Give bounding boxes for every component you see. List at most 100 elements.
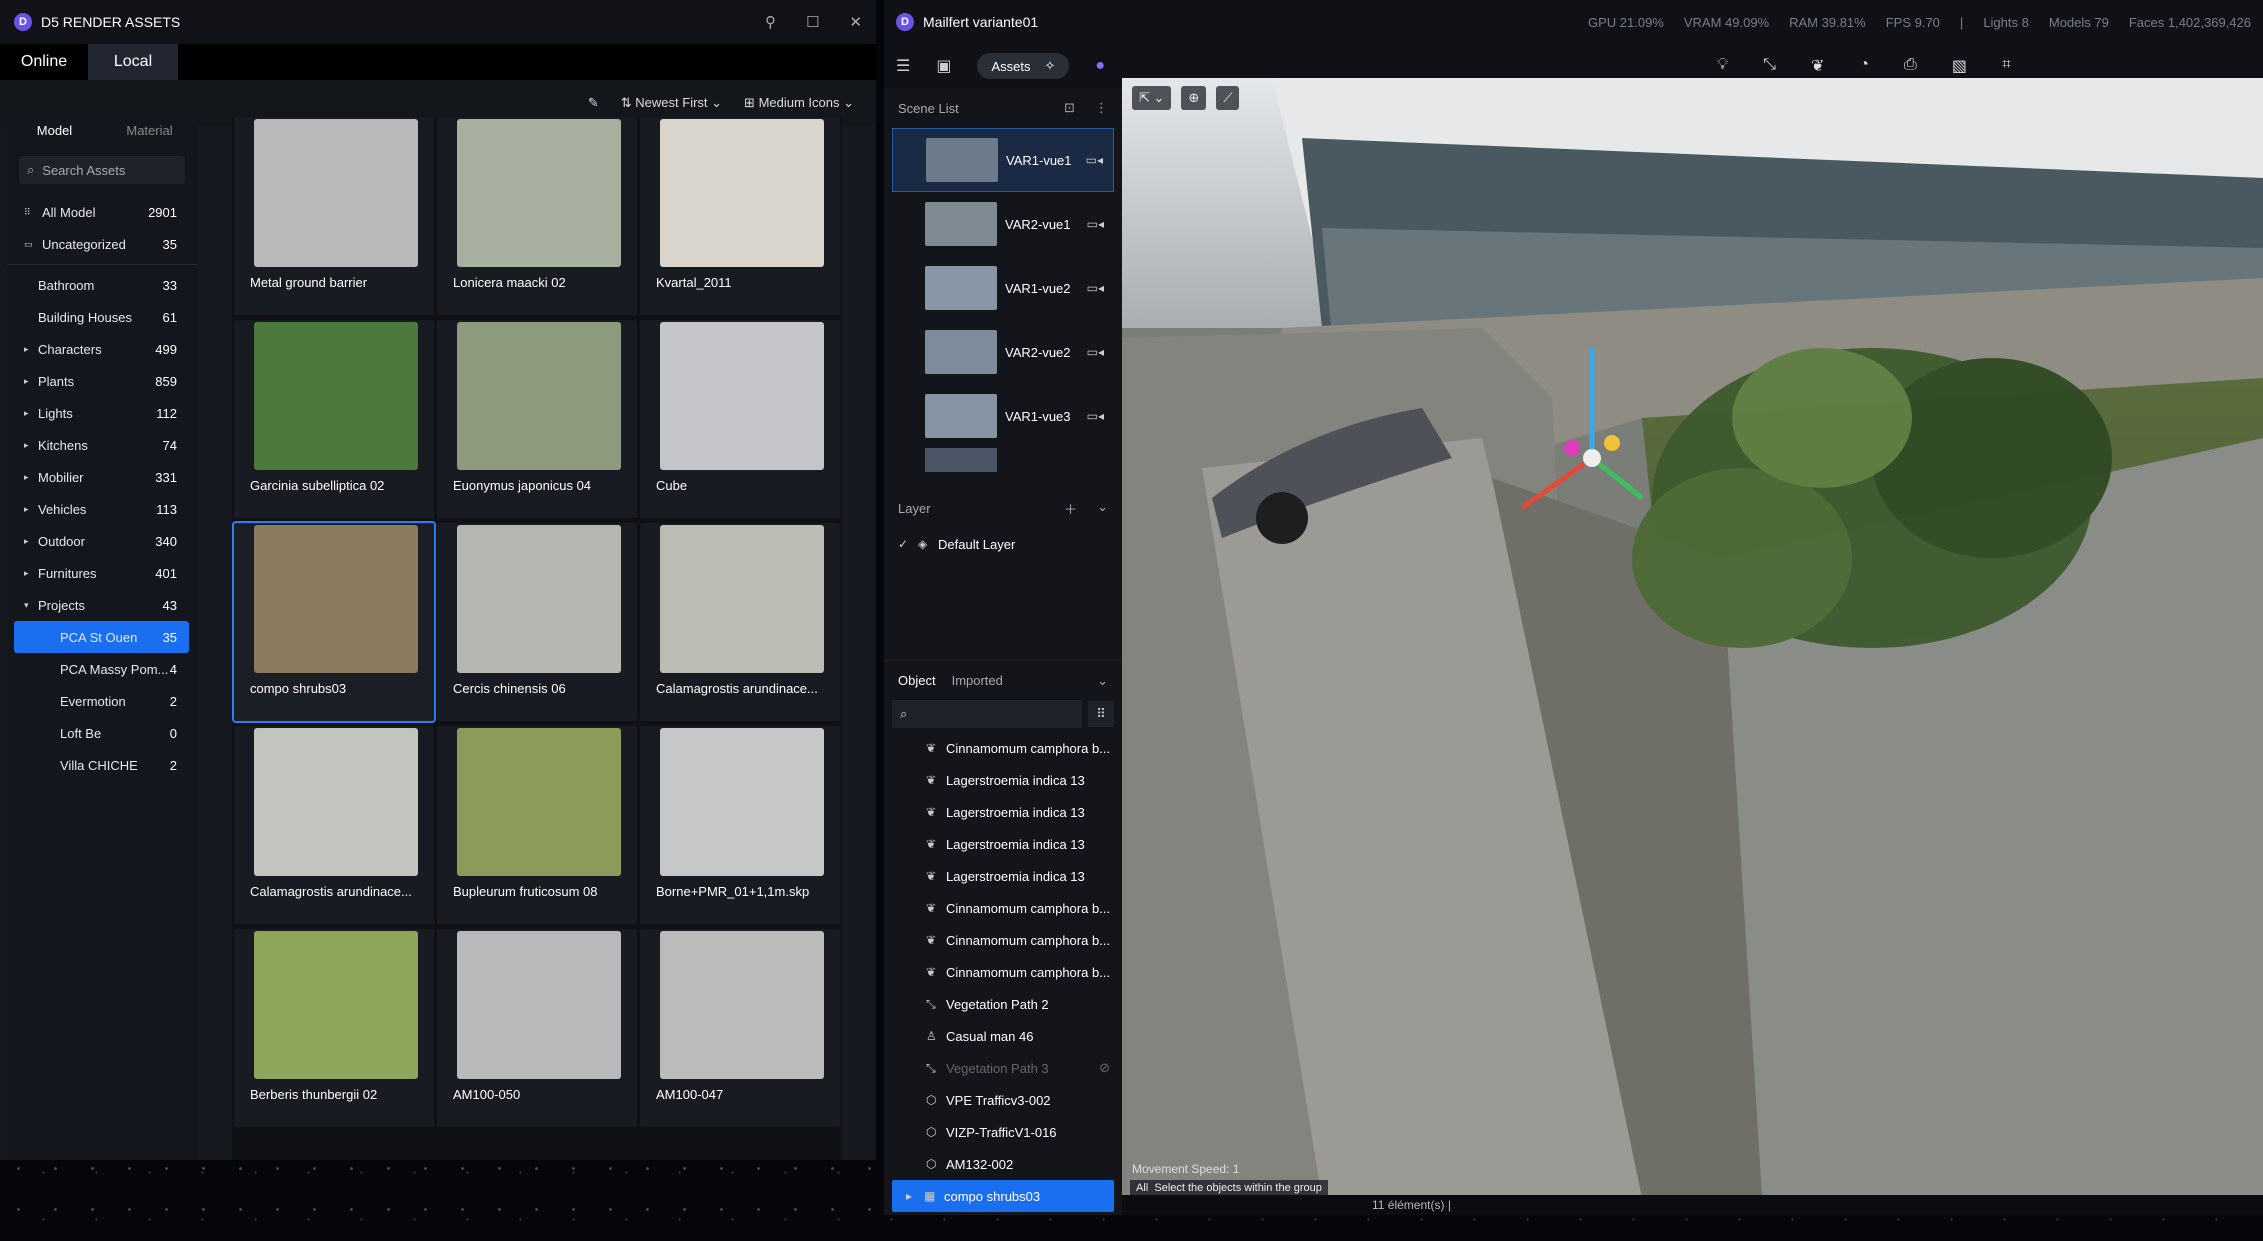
category-item[interactable]: ▸ Plants 859 <box>14 365 189 397</box>
object-search-input[interactable]: ⌕ <box>892 700 1082 728</box>
category-item[interactable]: PCA Massy Pom... 4 <box>14 653 189 685</box>
close-icon[interactable]: ✕ <box>849 13 862 31</box>
hidden-eye-icon[interactable]: ⊘ <box>1099 1060 1110 1076</box>
globe-icon[interactable]: ⊕ <box>1181 86 1207 110</box>
tag-icon[interactable]: ⌗ <box>2002 56 2011 76</box>
category-item[interactable]: Villa CHICHE 2 <box>14 749 189 781</box>
scene-item[interactable]: VAR1-vue1 ▭◂ <box>892 128 1114 192</box>
category-item[interactable]: PCA St Ouen 35 <box>14 621 189 653</box>
filter-icon[interactable]: ⌄ <box>1097 673 1108 689</box>
pin-icon[interactable]: ⚲ <box>765 13 776 31</box>
layer-item[interactable]: ✓ ◈ Default Layer <box>884 528 1122 560</box>
tab-object[interactable]: Object <box>898 673 936 688</box>
category-item[interactable]: ▸ Outdoor 340 <box>14 525 189 557</box>
object-item[interactable]: ♙ Casual man 46 <box>884 1020 1122 1052</box>
object-item[interactable]: ⤡ Vegetation Path 2 <box>884 988 1122 1020</box>
more-icon[interactable]: ⋮ <box>1095 100 1108 116</box>
render-orb-icon[interactable]: ● <box>1095 57 1105 75</box>
asset-thumbnail <box>254 119 418 267</box>
camera-icon[interactable]: ▭◂ <box>1087 345 1104 359</box>
category-item[interactable]: ▸ Lights 112 <box>14 397 189 429</box>
object-item[interactable]: ❦ Cinnamomum camphora b... <box>884 956 1122 988</box>
file-icon[interactable]: ▣ <box>936 56 951 76</box>
category-item[interactable]: Loft Be 0 <box>14 717 189 749</box>
camera-icon[interactable]: ▭◂ <box>1087 217 1104 231</box>
object-item[interactable]: ❦ Cinnamomum camphora b... <box>884 892 1122 924</box>
tab-local[interactable]: Local <box>88 44 178 80</box>
asset-card[interactable]: AM100-050 <box>437 929 637 1127</box>
scene-item[interactable]: VAR1-vue3 ▭◂ <box>892 384 1114 448</box>
hint-all-label[interactable]: All <box>1136 1182 1148 1194</box>
grid-view-icon[interactable]: ⠿ <box>1088 701 1114 727</box>
add-scene-icon[interactable]: ⊡ <box>1064 100 1075 116</box>
edit-icon[interactable]: ✎ <box>588 95 599 111</box>
asset-card[interactable]: Lonicera maacki 02 <box>437 117 637 315</box>
menu-icon[interactable]: ☰ <box>896 56 910 76</box>
sort-dropdown[interactable]: ⇅ Newest First ⌄ <box>621 95 722 111</box>
object-item[interactable]: ⬡ AM132-002 <box>884 1148 1122 1180</box>
search-assets-input[interactable]: ⌕ Search Assets <box>19 156 185 184</box>
material-icon[interactable]: ▧ <box>1952 56 1967 76</box>
asset-card[interactable]: compo shrubs03 <box>232 521 436 723</box>
asset-card[interactable]: Calamagrostis arundinace... <box>640 523 840 721</box>
asset-card[interactable]: Calamagrostis arundinace... <box>234 726 434 924</box>
category-item[interactable]: ▾ Projects 43 <box>14 589 189 621</box>
object-item[interactable]: ⬡ VPE Trafficv3-002 <box>884 1084 1122 1116</box>
3d-viewport[interactable]: ⇱ ⌄ ⊕ ⟋ Movement Speed: 1 All Select the… <box>1122 78 2263 1198</box>
object-item[interactable]: ❦ Lagerstroemia indica 13 <box>884 796 1122 828</box>
asset-card[interactable]: Cercis chinensis 06 <box>437 523 637 721</box>
asset-card[interactable]: Metal ground barrier <box>234 117 434 315</box>
camera-tool-icon[interactable]: ⎙ <box>1904 56 1917 76</box>
category-item[interactable]: Evermotion 2 <box>14 685 189 717</box>
scene-item[interactable]: VAR1-vue2 ▭◂ <box>892 256 1114 320</box>
camera-icon[interactable]: ▭◂ <box>1086 153 1103 167</box>
object-item[interactable]: ▸ ▦ compo shrubs03 <box>892 1180 1114 1212</box>
object-item[interactable]: ⬡ VIZP-TrafficV1-016 <box>884 1116 1122 1148</box>
assets-toggle[interactable]: Assets ✧ <box>977 53 1070 79</box>
asset-card[interactable]: Berberis thunbergii 02 <box>234 929 434 1127</box>
asset-card[interactable]: Euonymus japonicus 04 <box>437 320 637 518</box>
tab-model[interactable]: Model <box>7 123 102 138</box>
tab-imported[interactable]: Imported <box>952 673 1003 688</box>
category-uncategorized[interactable]: ▭ Uncategorized 35 <box>14 228 189 260</box>
weather-icon[interactable]: ◔ <box>1859 56 1869 76</box>
asset-card[interactable]: Cube <box>640 320 840 518</box>
asset-card[interactable]: Kvartal_2011 <box>640 117 840 315</box>
tab-online[interactable]: Online <box>0 44 88 80</box>
category-item[interactable]: Bathroom 33 <box>14 269 189 301</box>
object-item[interactable]: ❦ Cinnamomum camphora b... <box>884 732 1122 764</box>
category-item[interactable]: ▸ Furnitures 401 <box>14 557 189 589</box>
scene-item[interactable]: VAR2-vue2 ▭◂ <box>892 320 1114 384</box>
collapse-icon[interactable]: ⌄ <box>1097 499 1108 518</box>
asset-card[interactable]: Garcinia subelliptica 02 <box>234 320 434 518</box>
category-item[interactable]: Building Houses 61 <box>14 301 189 333</box>
tab-material[interactable]: Material <box>102 123 197 138</box>
vegetation-icon[interactable]: ❦ <box>1811 56 1824 76</box>
category-all-model[interactable]: ⠿ All Model 2901 <box>14 196 189 228</box>
light-icon[interactable]: 💡︎ <box>1717 56 1728 76</box>
object-item[interactable]: ❦ Cinnamomum camphora b... <box>884 924 1122 956</box>
object-item[interactable]: ❦ Lagerstroemia indica 13 <box>884 860 1122 892</box>
model-icon: ⬡ <box>926 1093 937 1107</box>
asset-card[interactable]: Bupleurum fruticosum 08 <box>437 726 637 924</box>
asset-thumbnail <box>254 728 418 876</box>
object-item[interactable]: ⤡ Vegetation Path 3 ⊘ <box>884 1052 1122 1084</box>
scene-item[interactable]: VAR2-vue1 ▭◂ <box>892 192 1114 256</box>
asset-card[interactable]: Borne+PMR_01+1,1m.skp <box>640 726 840 924</box>
snap-icon[interactable]: ⟋ <box>1216 86 1240 110</box>
maximize-icon[interactable]: ☐ <box>806 13 819 31</box>
path-tool-icon[interactable]: ⤡ <box>1763 56 1776 76</box>
object-item[interactable]: ❦ Lagerstroemia indica 13 <box>884 828 1122 860</box>
expand-arrow-icon[interactable]: ▸ <box>906 1189 924 1203</box>
object-item[interactable]: ❦ Lagerstroemia indica 13 <box>884 764 1122 796</box>
category-item[interactable]: ▸ Kitchens 74 <box>14 429 189 461</box>
transform-tool-icon[interactable]: ⇱ ⌄ <box>1132 86 1172 110</box>
asset-card[interactable]: AM100-047 <box>640 929 840 1127</box>
add-layer-icon[interactable]: ＋ <box>1064 499 1077 518</box>
category-item[interactable]: ▸ Vehicles 113 <box>14 493 189 525</box>
camera-icon[interactable]: ▭◂ <box>1087 409 1104 423</box>
camera-icon[interactable]: ▭◂ <box>1087 281 1104 295</box>
category-item[interactable]: ▸ Characters 499 <box>14 333 189 365</box>
category-item[interactable]: ▸ Mobilier 331 <box>14 461 189 493</box>
view-dropdown[interactable]: ⊞ Medium Icons ⌄ <box>744 95 854 111</box>
